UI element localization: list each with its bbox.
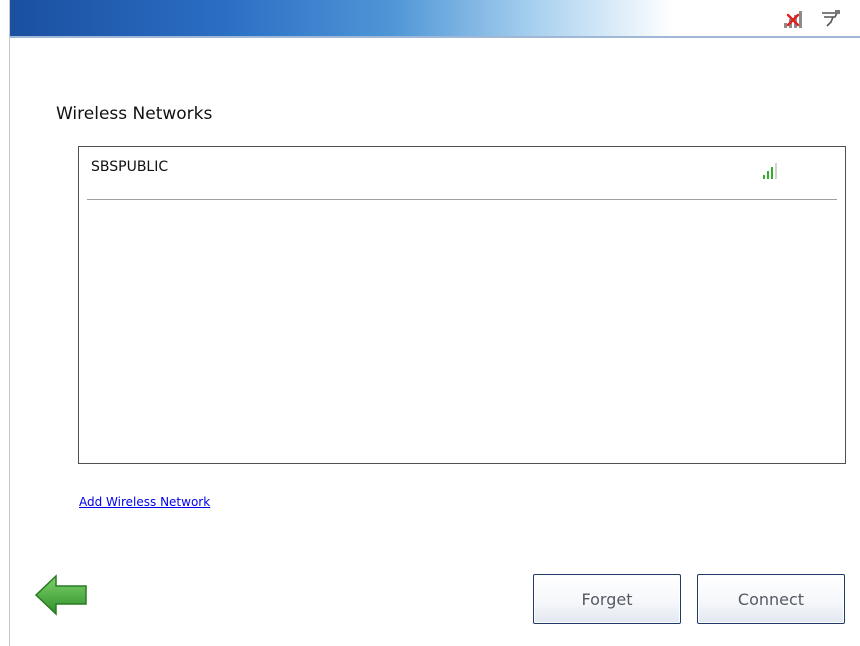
add-wireless-network-link[interactable]: Add Wireless Network	[79, 495, 210, 509]
connect-button[interactable]: Connect	[697, 574, 845, 624]
network-ssid: SBSPUBLIC	[91, 159, 169, 175]
network-list-item[interactable]: SBSPUBLIC	[87, 147, 837, 200]
status-icons	[782, 8, 842, 30]
window-left-border	[0, 0, 10, 646]
forget-button[interactable]: Forget	[533, 574, 681, 624]
wifi-signal-icon	[763, 163, 777, 179]
top-banner	[10, 0, 860, 38]
page-title: Wireless Networks	[56, 104, 213, 124]
wireless-network-list[interactable]: SBSPUBLIC	[78, 146, 846, 464]
network-disconnected-icon[interactable]	[782, 8, 804, 30]
wired-plug-icon[interactable]	[820, 8, 842, 30]
back-arrow-icon[interactable]	[34, 573, 90, 617]
